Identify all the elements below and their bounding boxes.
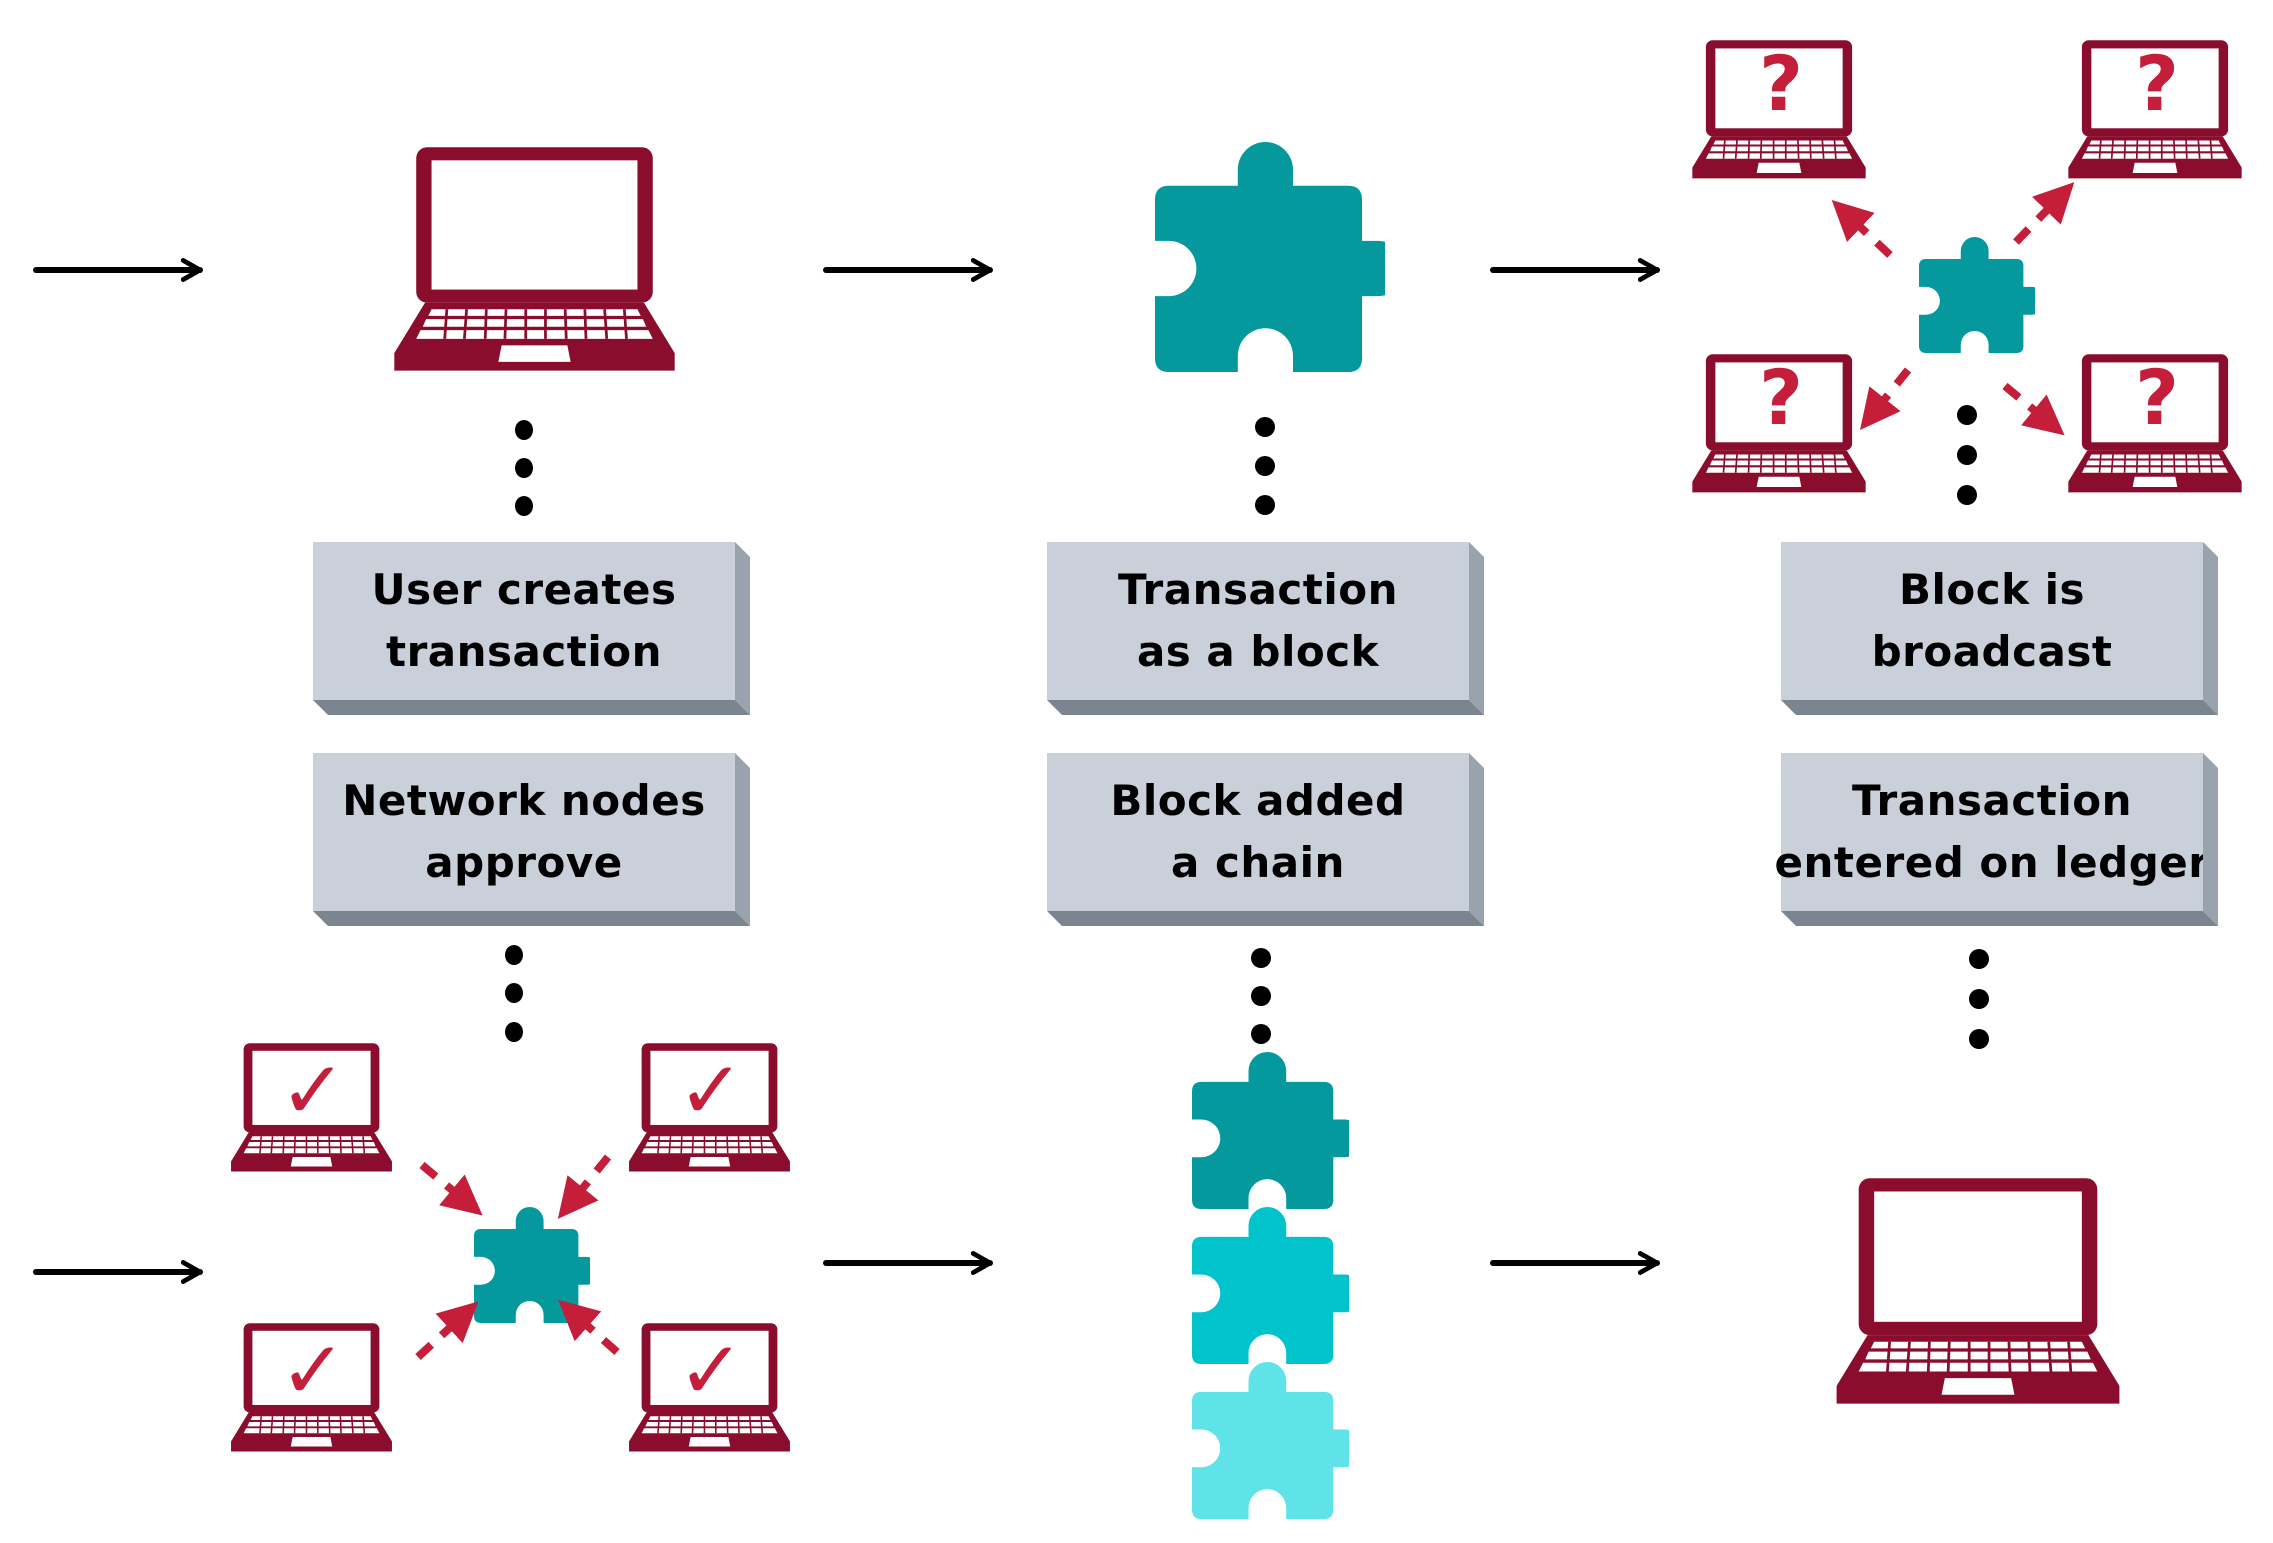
puzzle-piece-icon <box>474 1207 590 1323</box>
connector-dots <box>1255 417 1275 515</box>
check-mark-icon: ✓ <box>279 1324 346 1417</box>
question-mark-icon: ? <box>1759 353 1803 442</box>
connector-dots <box>515 420 533 516</box>
diagram-canvas: ? ? ? ? ✓ ✓ ✓ ✓ <box>33 39 2243 1519</box>
puzzle-piece-icon <box>1919 237 2035 353</box>
approval-arrow-icon <box>558 1299 620 1355</box>
question-mark-icon: ? <box>2135 353 2179 442</box>
approval-arrow-icon <box>415 1301 479 1360</box>
question-mark-icon: ? <box>2135 39 2179 128</box>
connector-dots <box>1969 949 1989 1049</box>
connector-dots <box>505 945 523 1042</box>
check-mark-icon: ✓ <box>677 1324 744 1417</box>
laptop-icon <box>392 145 677 373</box>
connector-dots <box>1957 405 1977 505</box>
puzzle-piece-icon <box>1192 1362 1349 1519</box>
question-mark-icon: ? <box>1759 39 1803 128</box>
connector-dots <box>1251 948 1271 1044</box>
approval-group: ✓ ✓ ✓ ✓ <box>230 1042 791 1453</box>
check-mark-icon: ✓ <box>677 1044 744 1137</box>
approval-arrow-icon <box>419 1161 483 1216</box>
block-chain-group <box>1192 1052 1349 1519</box>
approval-arrow-icon <box>557 1154 612 1219</box>
puzzle-piece-icon <box>1192 1052 1349 1209</box>
broadcast-arrow-icon <box>1831 200 1893 258</box>
broadcast-arrow-icon <box>2002 382 2065 436</box>
puzzle-piece-icon <box>1192 1207 1349 1364</box>
puzzle-piece-icon <box>1155 142 1385 372</box>
broadcast-arrow-icon <box>2013 182 2075 245</box>
check-mark-icon: ✓ <box>279 1044 346 1137</box>
broadcast-arrow-icon <box>1860 367 1912 430</box>
laptop-icon <box>1835 1176 2121 1406</box>
